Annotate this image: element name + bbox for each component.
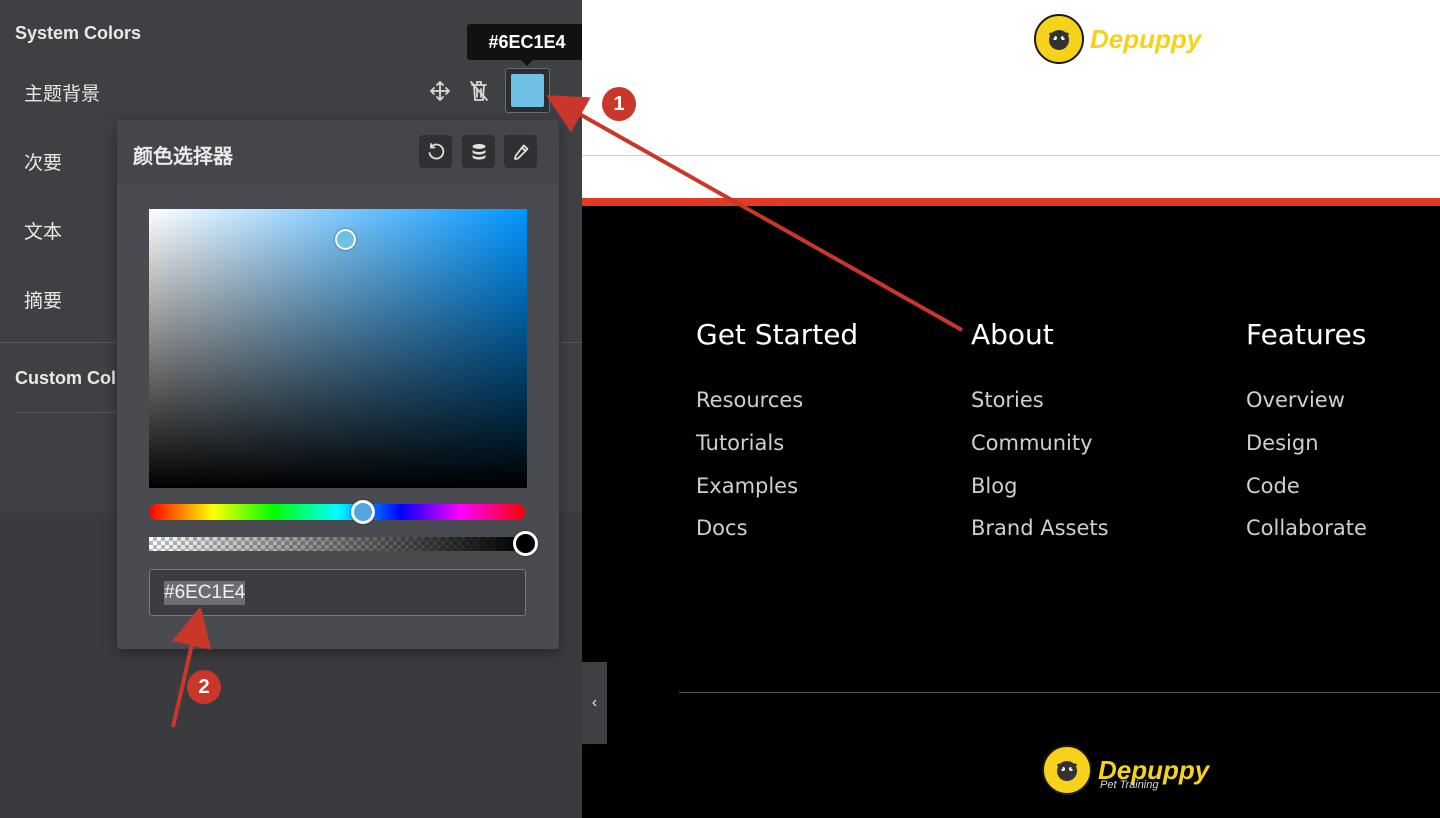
hex-value-text: #6EC1E4 xyxy=(164,580,246,605)
dog-logo-icon xyxy=(1042,745,1092,795)
saturation-brightness-area[interactable] xyxy=(149,209,527,488)
chevron-left-icon: ‹ xyxy=(591,694,598,711)
footer-heading-features: Features xyxy=(1246,318,1367,351)
footer-heading-about: About xyxy=(971,318,1054,351)
color-picker-title: 颜色选择器 xyxy=(133,144,233,168)
accent-bar xyxy=(582,198,1440,206)
logo-wordmark: Depuppy xyxy=(1090,23,1202,54)
system-colors-title: System Colors xyxy=(15,23,142,43)
color-value-tooltip: #6EC1E4 xyxy=(467,24,587,66)
custom-colors-title: Custom Col xyxy=(15,368,116,388)
logo-tagline: Pet Training xyxy=(1100,779,1159,791)
move-icon[interactable] xyxy=(428,79,452,103)
footer-link[interactable]: Collaborate xyxy=(1246,516,1367,540)
hue-slider[interactable] xyxy=(149,504,525,520)
color-row-primary-label[interactable]: 主题背景 xyxy=(24,79,100,106)
footer-link[interactable]: Blog xyxy=(971,474,1017,498)
footer-link[interactable]: Brand Assets xyxy=(971,516,1109,540)
header-logo[interactable]: Depuppy xyxy=(1034,14,1201,64)
hue-slider-handle[interactable] xyxy=(351,500,376,524)
footer-link[interactable]: Tutorials xyxy=(696,431,784,455)
footer-link[interactable]: Community xyxy=(971,431,1093,455)
hex-color-input[interactable]: #6EC1E4 xyxy=(149,569,526,616)
color-row-text-label[interactable]: 文本 xyxy=(24,217,62,244)
annotation-badge-2: 2 xyxy=(187,670,221,704)
collapse-panel-button[interactable]: ‹ xyxy=(582,662,607,744)
dog-logo-icon xyxy=(1034,14,1084,64)
header-divider xyxy=(582,155,1440,156)
trash-icon[interactable] xyxy=(467,79,491,103)
global-colors-icon[interactable] xyxy=(462,135,495,168)
primary-color-swatch-button[interactable] xyxy=(505,68,550,113)
color-picker-popup: 颜色选择器 #6EC1E4 xyxy=(117,120,559,649)
annotation-badge-1: 1 xyxy=(602,87,636,121)
footer-logo[interactable]: Depuppy Pet Training xyxy=(1042,745,1209,795)
footer-link[interactable]: Stories xyxy=(971,388,1044,412)
footer-link[interactable]: Design xyxy=(1246,431,1319,455)
site-preview: Depuppy Get Started About Features Resou… xyxy=(582,0,1440,818)
footer-link[interactable]: Examples xyxy=(696,474,798,498)
opacity-slider-handle[interactable] xyxy=(513,531,538,556)
footer-link[interactable]: Docs xyxy=(696,516,748,540)
color-swatch xyxy=(511,74,544,107)
editor-panel: System Colors 主题背景 次要 文本 摘要 #6EC1E4 Cust… xyxy=(0,0,587,818)
saturation-knob[interactable] xyxy=(334,228,356,250)
color-row-secondary-label[interactable]: 次要 xyxy=(24,148,62,175)
footer-divider xyxy=(679,692,1440,693)
color-row-accent-label[interactable]: 摘要 xyxy=(24,286,62,313)
footer-link[interactable]: Overview xyxy=(1246,388,1345,412)
opacity-slider[interactable] xyxy=(149,537,525,551)
eyedropper-icon[interactable] xyxy=(504,135,537,168)
footer-link[interactable]: Code xyxy=(1246,474,1300,498)
reset-icon[interactable] xyxy=(419,135,452,168)
footer-link[interactable]: Resources xyxy=(696,388,803,412)
footer-heading-get-started: Get Started xyxy=(696,318,859,351)
site-header: Depuppy xyxy=(582,0,1440,198)
